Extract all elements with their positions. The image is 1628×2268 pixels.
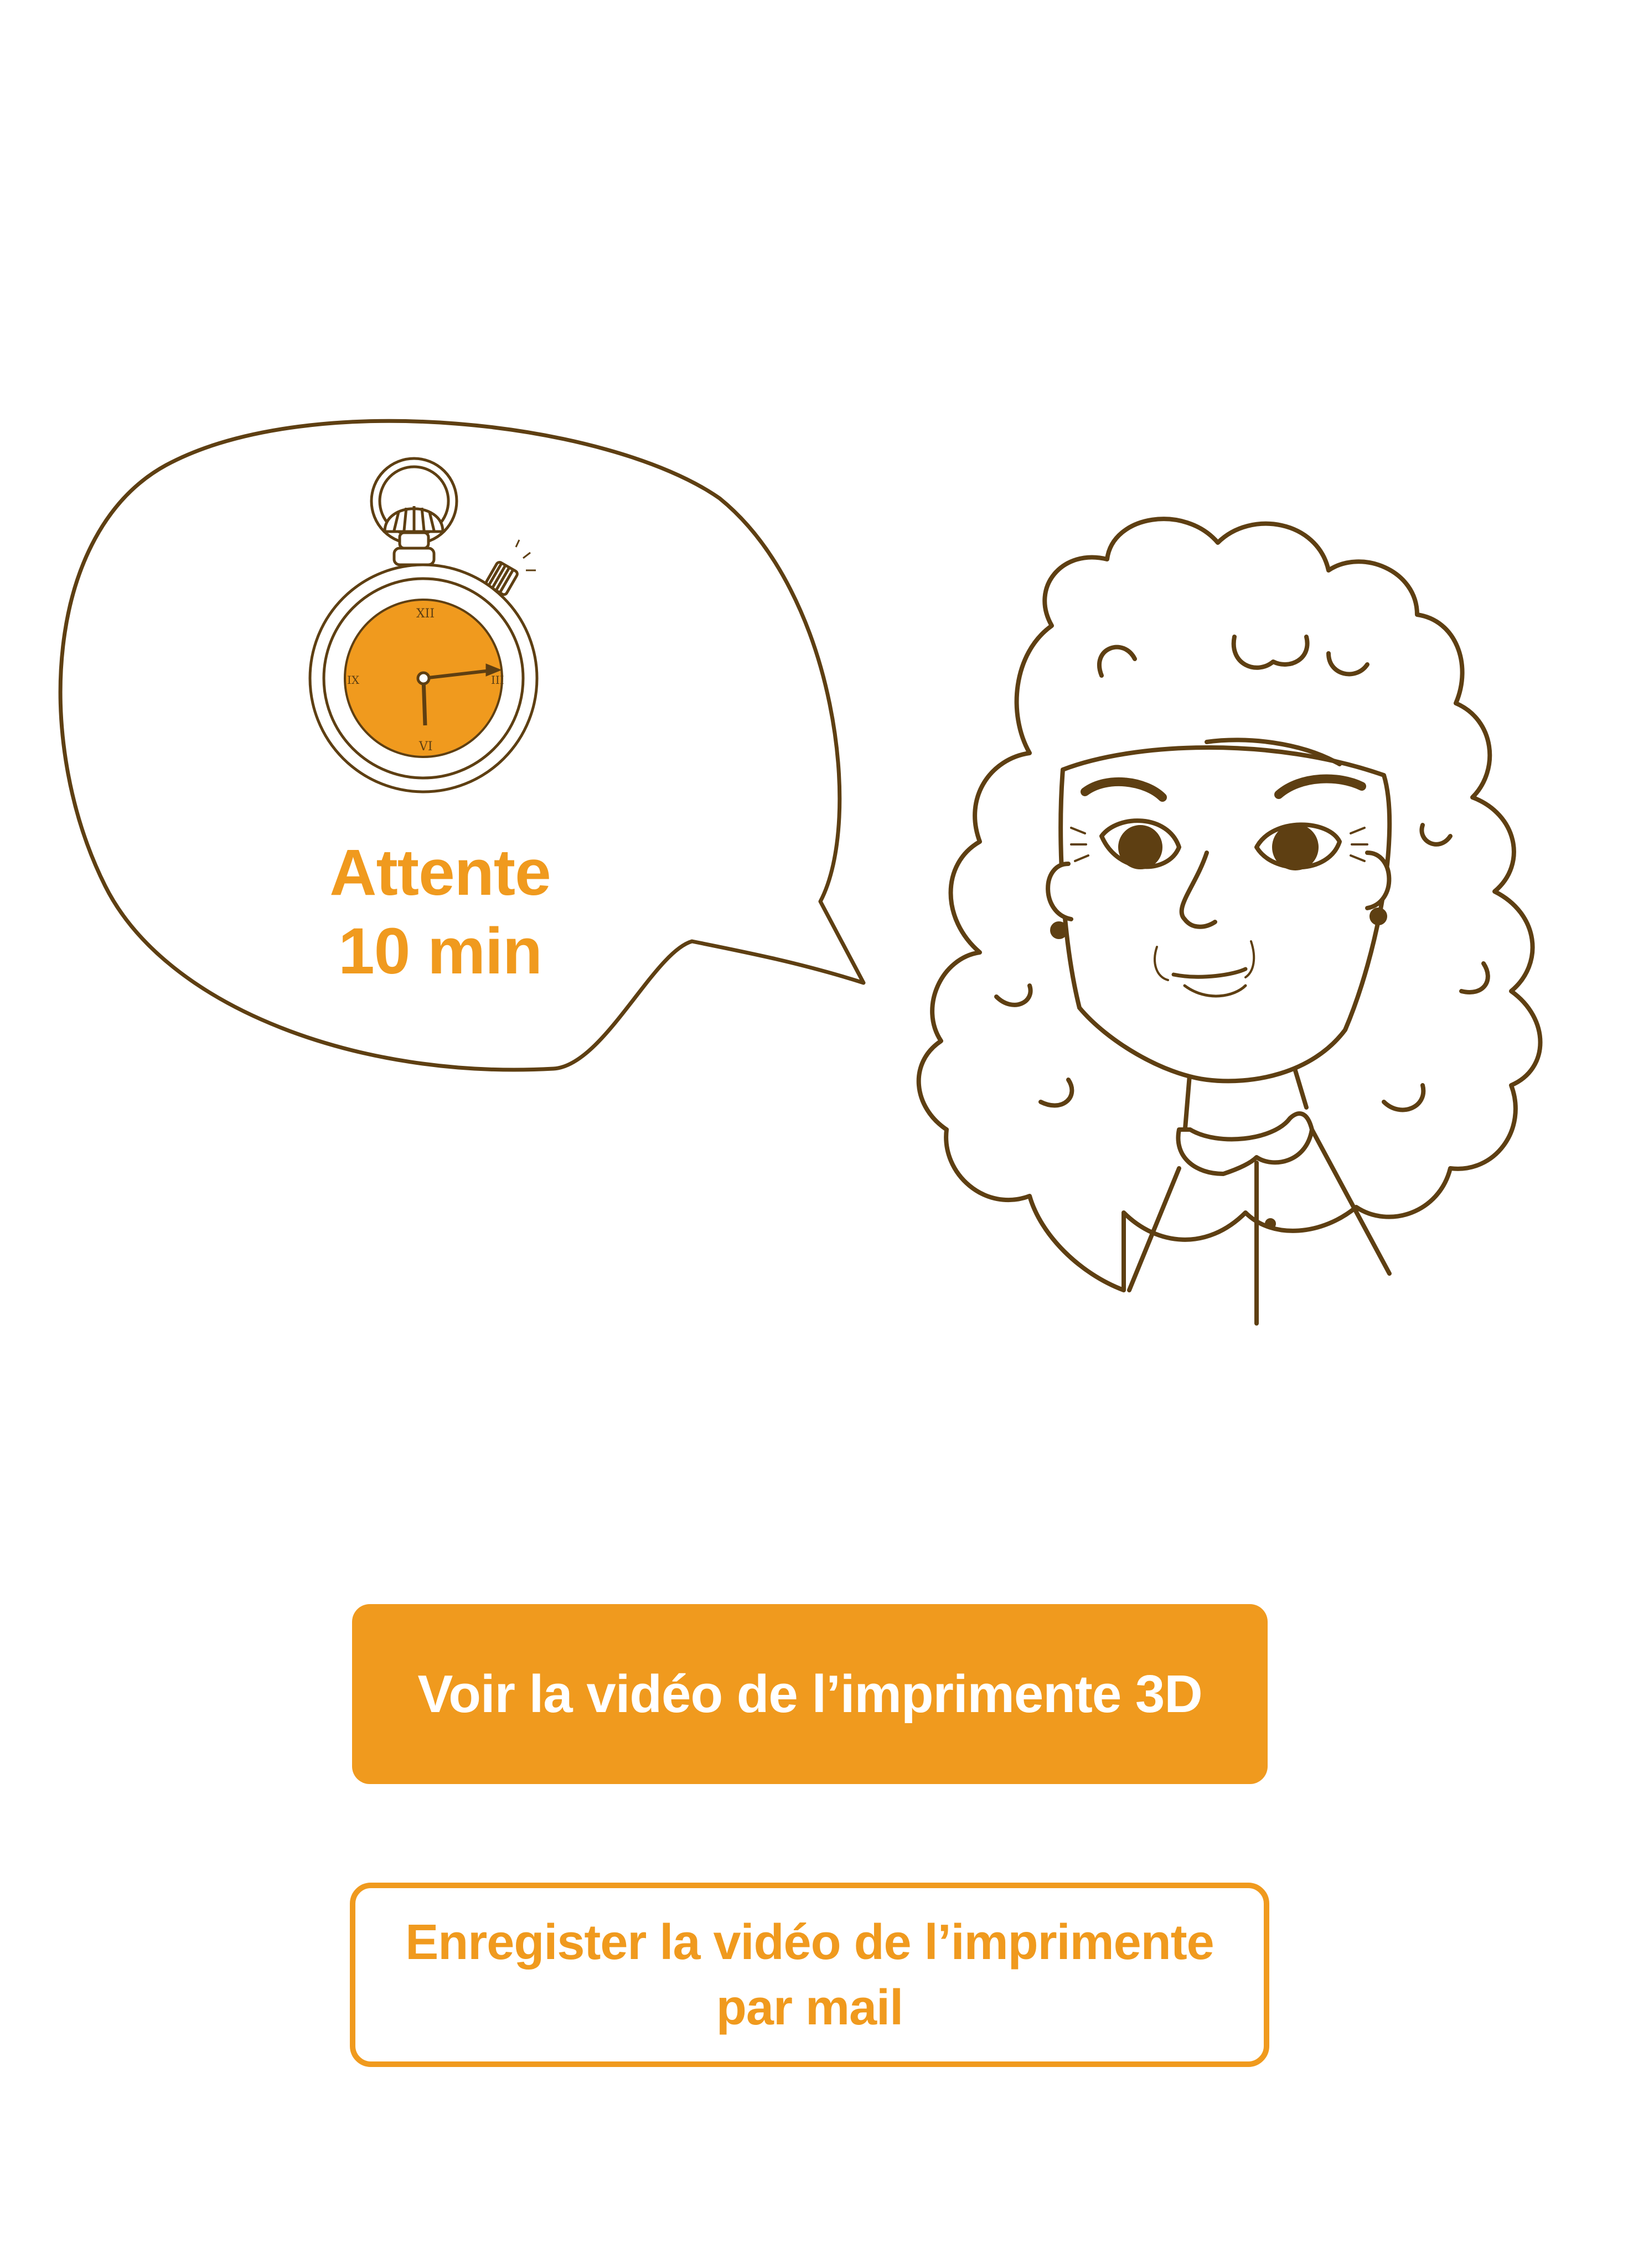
- face: [1058, 745, 1392, 1084]
- save-video-by-mail-button[interactable]: Enregister la vidéo de l’imprimente par …: [350, 1883, 1269, 2067]
- save-video-label-line2: par mail: [716, 1980, 903, 2035]
- illustration-scene: XII III IX VI: [58, 419, 1543, 1326]
- woman-illustration: [916, 517, 1543, 1326]
- svg-text:VI: VI: [418, 740, 433, 754]
- svg-text:IX: IX: [347, 673, 360, 687]
- wait-title: Attente: [329, 836, 551, 909]
- svg-text:III: III: [491, 673, 504, 687]
- watch-video-label: Voir la vidéo de l’imprimente 3D: [417, 1664, 1202, 1724]
- save-video-label-line1: Enregister la vidéo de l’imprimente: [405, 1914, 1214, 1970]
- watch-video-button[interactable]: Voir la vidéo de l’imprimente 3D: [352, 1604, 1268, 1784]
- svg-text:XII: XII: [416, 607, 435, 621]
- wait-duration: 10 min: [338, 915, 542, 988]
- wait-time-label: Attente 10 min: [219, 833, 661, 991]
